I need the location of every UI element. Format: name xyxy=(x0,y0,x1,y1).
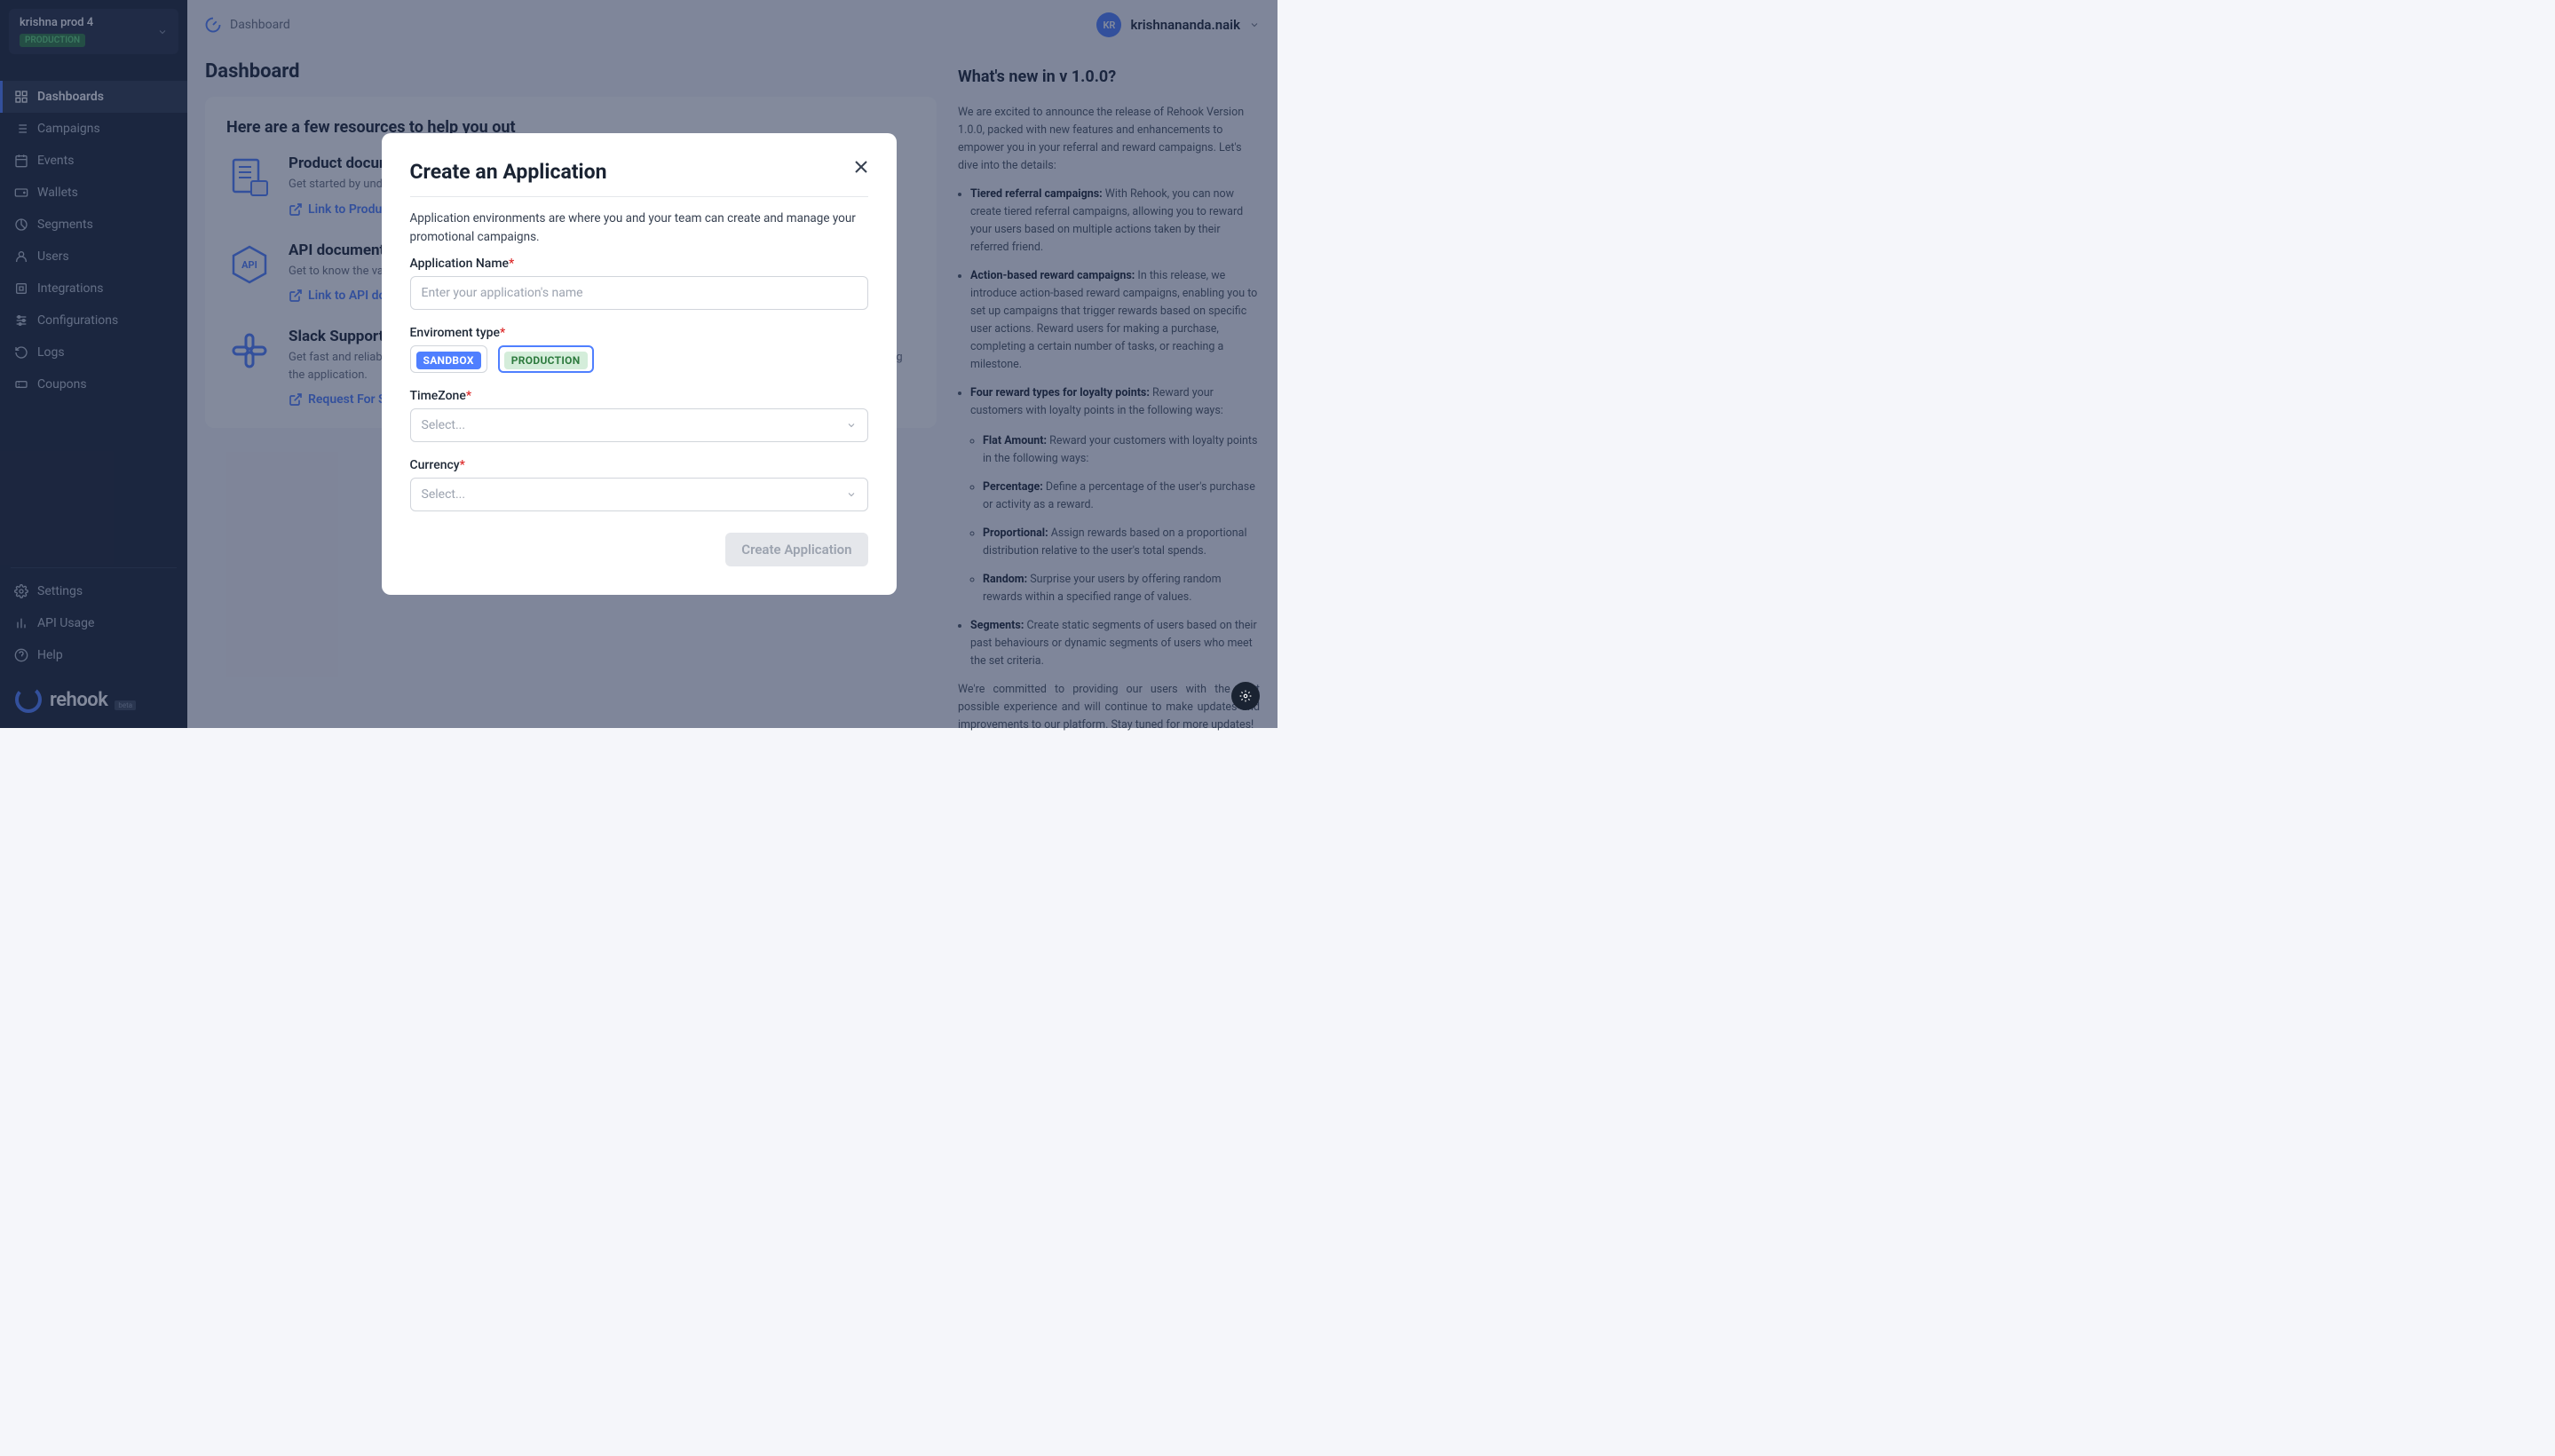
create-application-modal: Create an Application Application enviro… xyxy=(382,133,897,595)
currency-select[interactable]: Select... xyxy=(410,478,868,511)
sandbox-pill: SANDBOX xyxy=(416,352,481,369)
currency-label: Currency* xyxy=(410,458,868,472)
modal-description: Application environments are where you a… xyxy=(410,210,868,246)
modal-overlay[interactable]: Create an Application Application enviro… xyxy=(0,0,1278,728)
production-pill: PRODUCTION xyxy=(504,352,588,369)
timezone-select[interactable]: Select... xyxy=(410,408,868,442)
chevron-down-icon xyxy=(846,420,857,431)
close-button[interactable] xyxy=(850,156,872,178)
app-name-input[interactable] xyxy=(410,276,868,310)
timezone-label: TimeZone* xyxy=(410,389,868,403)
gear-icon xyxy=(1239,690,1252,702)
close-icon xyxy=(850,156,872,178)
modal-title: Create an Application xyxy=(410,160,868,197)
help-fab[interactable] xyxy=(1231,682,1260,710)
env-option-production[interactable]: PRODUCTION xyxy=(498,345,594,373)
create-application-button[interactable]: Create Application xyxy=(725,533,867,566)
env-type-label: Enviroment type* xyxy=(410,326,868,340)
chevron-down-icon xyxy=(846,489,857,500)
app-name-label: Application Name* xyxy=(410,257,868,271)
env-option-sandbox[interactable]: SANDBOX xyxy=(410,345,487,373)
